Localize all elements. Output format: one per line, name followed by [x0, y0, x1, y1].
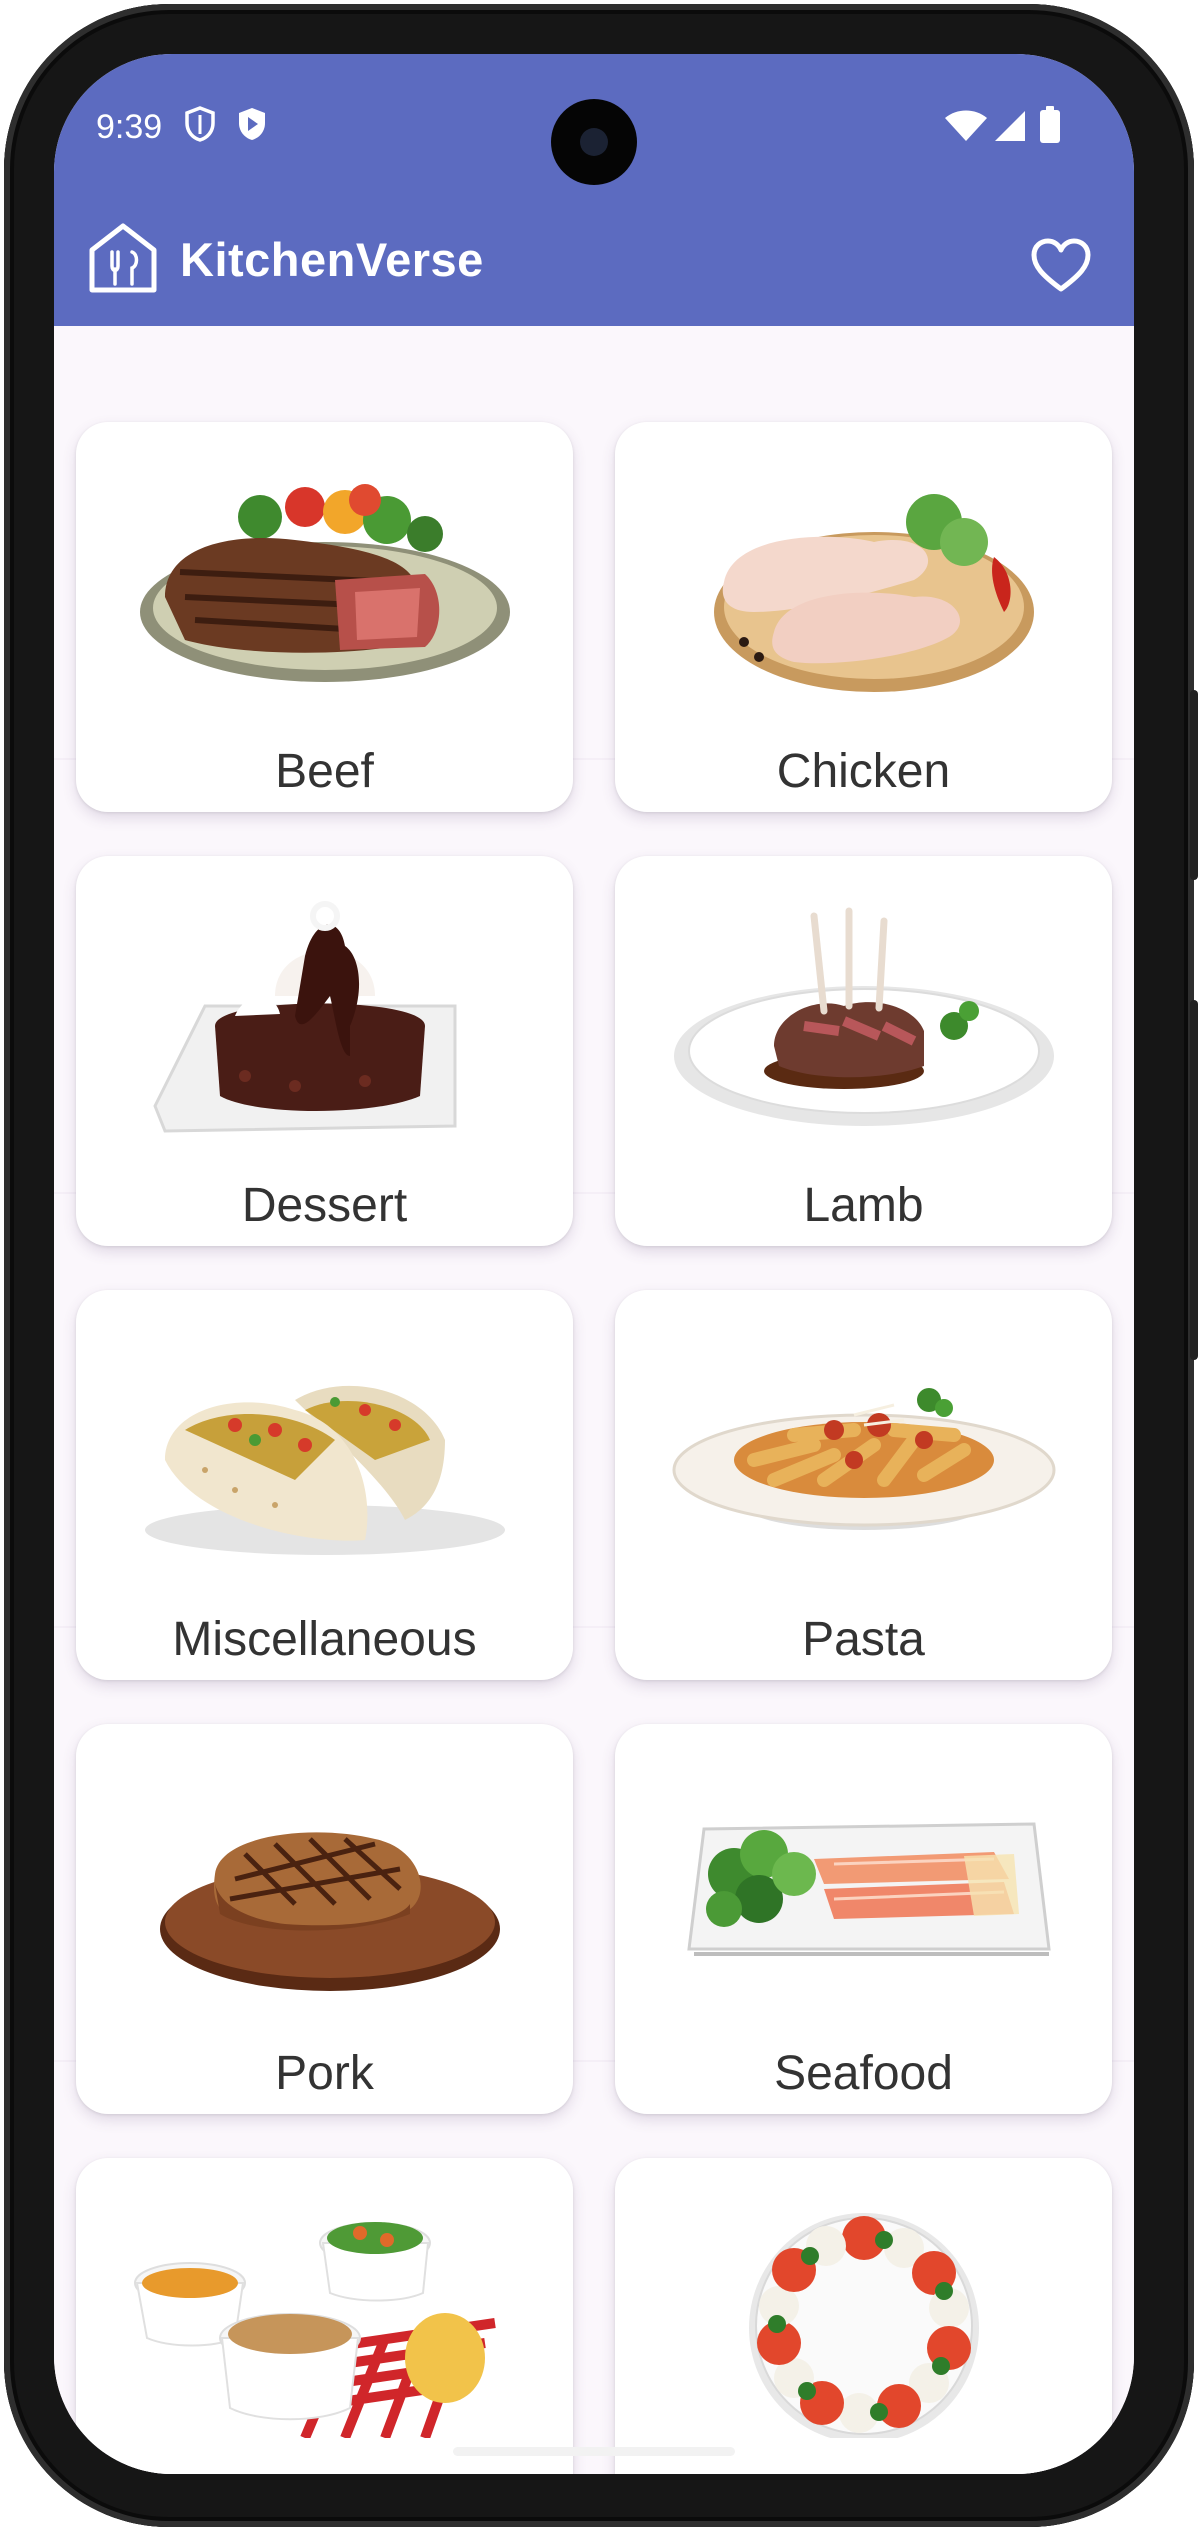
home-indicator[interactable]	[453, 2447, 735, 2456]
seafood-image	[686, 1822, 1051, 1956]
chicken-image	[713, 494, 1034, 692]
volume-button	[1190, 1000, 1198, 1360]
category-card-pasta[interactable]: Pasta	[615, 1290, 1112, 1680]
dessert-image	[152, 901, 456, 1133]
category-card-side[interactable]	[76, 2158, 573, 2474]
category-card-chicken[interactable]: Chicken	[615, 422, 1112, 812]
beef-image	[139, 484, 510, 682]
heart-outline-icon[interactable]	[1030, 237, 1092, 293]
side-dishes-image	[133, 2222, 505, 2438]
category-label: Pork	[275, 2047, 374, 2100]
category-card-lamb[interactable]: Lamb	[615, 856, 1112, 1246]
app-title: KitchenVerse	[180, 233, 484, 286]
category-label: Seafood	[774, 2047, 953, 2100]
category-card-seafood[interactable]: Seafood	[615, 1724, 1112, 2114]
play-shield-icon	[239, 108, 265, 140]
category-label: Chicken	[776, 745, 951, 798]
starter-image	[748, 2213, 979, 2438]
screen: 9:39 KitchenVerse Beef Chicken Dessert L…	[54, 54, 1134, 2474]
category-card-pork[interactable]: Pork	[76, 1724, 573, 2114]
home-fork-knife-icon	[89, 223, 157, 293]
lamb-image	[673, 907, 1054, 1126]
status-time: 9:39	[96, 108, 163, 146]
pasta-image	[672, 1388, 1055, 1530]
shield-icon	[185, 106, 215, 142]
pork-image	[159, 1832, 500, 1991]
category-label: Dessert	[241, 1179, 408, 1232]
wifi-icon	[945, 110, 987, 141]
battery-icon	[1040, 106, 1060, 143]
front-camera	[551, 99, 637, 185]
cellular-icon	[995, 111, 1025, 141]
miscellaneous-image	[144, 1385, 505, 1555]
category-card-dessert[interactable]: Dessert	[76, 856, 573, 1246]
category-grid: Beef Chicken Dessert Lamb Miscellaneous …	[54, 326, 1134, 2474]
category-label: Pasta	[802, 1613, 925, 1666]
category-card-miscellaneous[interactable]: Miscellaneous	[76, 1290, 573, 1680]
category-card-beef[interactable]: Beef	[76, 422, 573, 812]
power-button	[1190, 690, 1198, 880]
category-label: Beef	[275, 745, 374, 798]
category-label: Miscellaneous	[172, 1613, 477, 1666]
category-card-starter[interactable]	[615, 2158, 1112, 2474]
category-label: Lamb	[803, 1179, 924, 1232]
app-bar: 9:39 KitchenVerse	[54, 54, 1134, 326]
